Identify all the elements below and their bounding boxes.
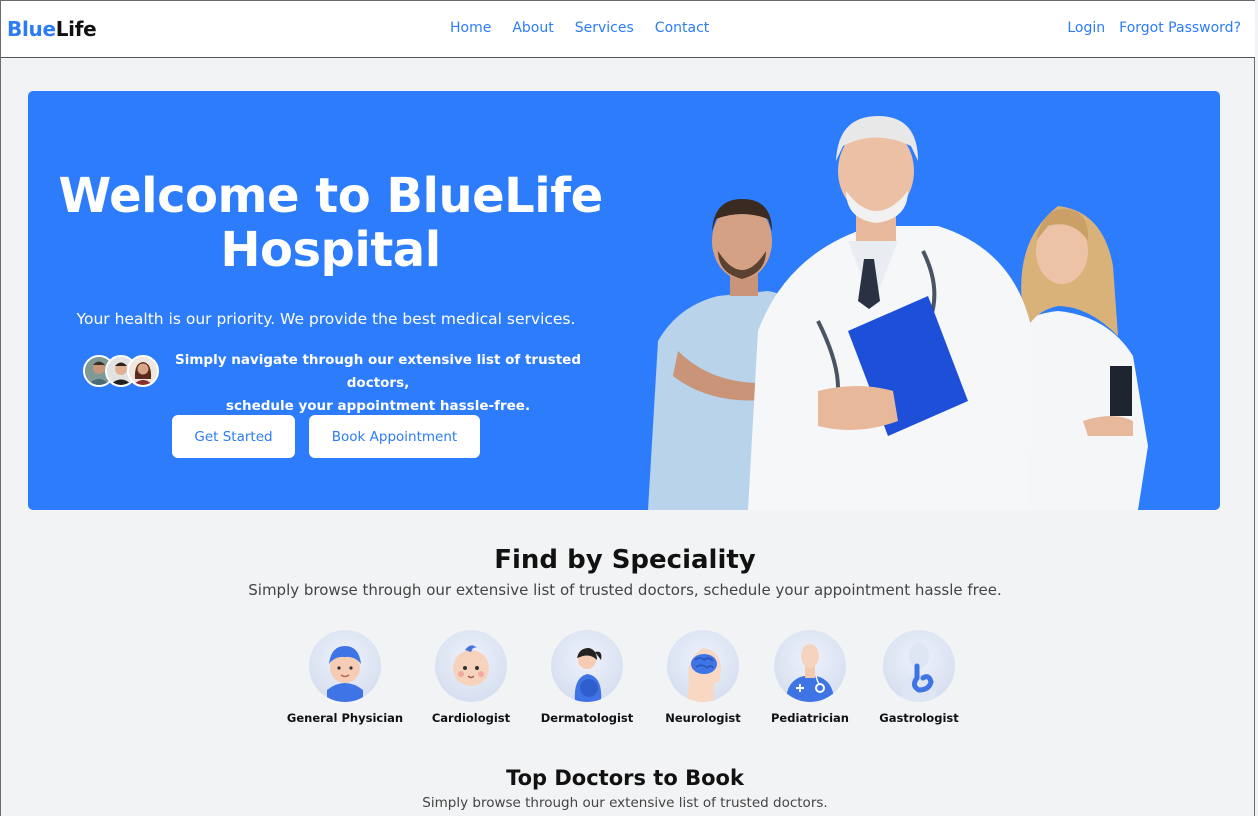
book-appointment-button[interactable]: Book Appointment bbox=[309, 415, 480, 458]
top-navbar: BlueLife Home About Services Contact Log… bbox=[1, 1, 1255, 58]
get-started-button[interactable]: Get Started bbox=[172, 415, 295, 458]
speciality-label: Dermatologist bbox=[540, 711, 634, 725]
logo-part-life: Life bbox=[55, 17, 97, 41]
hero-banner: Welcome to BlueLife Hospital Your health… bbox=[28, 91, 1220, 510]
top-doctors-title: Top Doctors to Book bbox=[506, 766, 744, 790]
speciality-dermatologist[interactable]: Dermatologist bbox=[522, 630, 652, 725]
nav-link-contact[interactable]: Contact bbox=[655, 20, 709, 36]
nav-link-services[interactable]: Services bbox=[575, 20, 634, 36]
speciality-cardiologist[interactable]: Cardiologist bbox=[406, 630, 536, 725]
hero-subtitle: Your health is our priority. We provide … bbox=[76, 310, 576, 328]
speciality-label: General Physician bbox=[286, 711, 404, 725]
speciality-title: Find by Speciality bbox=[494, 545, 756, 575]
hero-note-line1: Simply navigate through our extensive li… bbox=[175, 352, 581, 391]
auth-links: Login Forgot Password? bbox=[1067, 20, 1241, 36]
nav-link-home[interactable]: Home bbox=[450, 20, 491, 36]
hero-title: Welcome to BlueLife Hospital bbox=[48, 169, 613, 277]
site-logo[interactable]: BlueLife bbox=[7, 17, 97, 41]
forgot-password-link[interactable]: Forgot Password? bbox=[1119, 20, 1241, 36]
main-nav: Home About Services Contact bbox=[450, 20, 709, 36]
doctor-figure-center bbox=[748, 116, 1033, 510]
gastrologist-icon bbox=[883, 630, 955, 702]
patient-avatars bbox=[83, 355, 159, 387]
cardiologist-icon bbox=[435, 630, 507, 702]
speciality-list: General Physician Cardiologist Dermatolo… bbox=[0, 630, 1250, 740]
hero-note-line2: schedule your appointment hassle-free. bbox=[225, 398, 531, 414]
hero-title-line2: Hospital bbox=[220, 222, 441, 278]
hero-note: Simply navigate through our extensive li… bbox=[163, 349, 593, 418]
speciality-label: Cardiologist bbox=[431, 711, 511, 725]
speciality-subtitle: Simply browse through our extensive list… bbox=[248, 581, 1002, 599]
general-physician-icon bbox=[309, 630, 381, 702]
top-doctors-subtitle: Simply browse through our extensive list… bbox=[422, 795, 828, 811]
dermatologist-icon bbox=[551, 630, 623, 702]
login-link[interactable]: Login bbox=[1067, 20, 1105, 36]
avatar bbox=[127, 355, 159, 387]
nav-link-about[interactable]: About bbox=[512, 20, 553, 36]
logo-part-blue: Blue bbox=[7, 17, 56, 41]
hero-title-line1: Welcome to BlueLife bbox=[58, 168, 603, 224]
speciality-gastrologist[interactable]: Gastrologist bbox=[854, 630, 984, 725]
neurologist-icon bbox=[667, 630, 739, 702]
speciality-label: Gastrologist bbox=[879, 711, 959, 725]
doctors-image bbox=[648, 116, 1148, 510]
speciality-general-physician[interactable]: General Physician bbox=[280, 630, 410, 725]
pediatrician-icon bbox=[774, 630, 846, 702]
